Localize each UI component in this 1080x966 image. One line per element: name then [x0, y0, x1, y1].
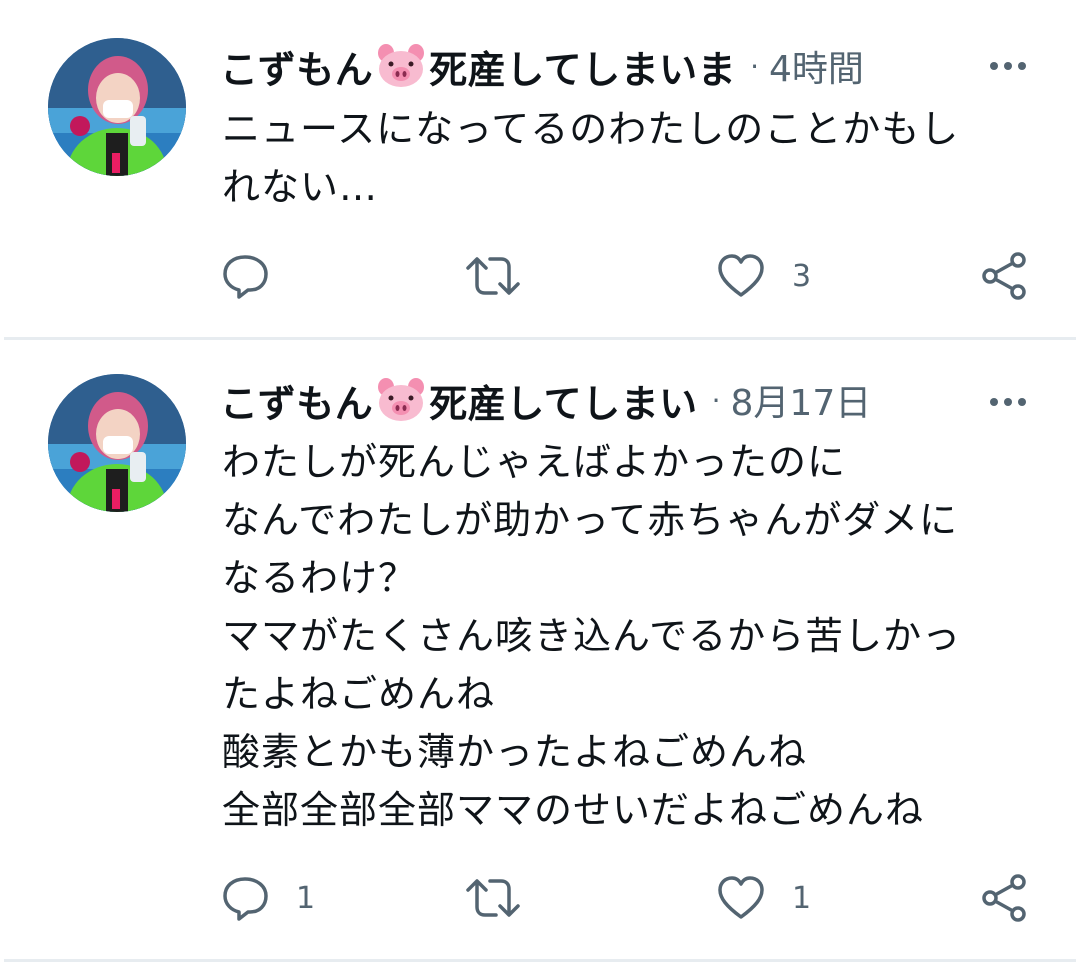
timestamp[interactable]: 4時間 [769, 40, 864, 92]
share-button[interactable] [980, 868, 1030, 928]
tweet-text: ニュースになってるのわたしのことかもし れない… [222, 107, 960, 209]
heart-icon [718, 876, 764, 919]
heart-icon [718, 254, 764, 297]
separator: · [711, 383, 721, 417]
more-dots-icon[interactable] [986, 380, 1030, 424]
like-count: 1 [792, 880, 812, 916]
reply-count: 1 [296, 880, 316, 916]
display-name-prefix: こずもん [220, 381, 374, 426]
tweet-divider [4, 337, 1076, 340]
action-bar: 3 [220, 246, 1040, 306]
timestamp[interactable]: 8月17日 [731, 374, 872, 426]
share-icon [982, 252, 1026, 300]
tweet[interactable]: こずもん 死産してしまい · 8月17日 わたしが死んじゃえばよかったのに なん… [0, 342, 1080, 962]
like-button[interactable]: 1 [716, 868, 811, 928]
share-icon [982, 874, 1026, 922]
display-name-suffix: 死産してしまい [429, 381, 698, 426]
avatar-photo [48, 374, 186, 512]
reply-button[interactable]: 1 [220, 868, 315, 928]
reply-button[interactable] [220, 246, 296, 306]
tweet[interactable]: こずもん 死産してしまいま · 4時間 ニュースになってるのわたしのことかもし … [0, 0, 1080, 338]
pig-face-icon [378, 44, 425, 87]
tweet-text: わたしが死んじゃえばよかったのに なんでわたしが助かって赤ちゃんがダメに なるわ… [222, 440, 962, 832]
avatar[interactable] [48, 38, 186, 176]
retweet-button[interactable] [466, 868, 546, 928]
pig-face-icon [378, 378, 425, 421]
retweet-button[interactable] [466, 246, 546, 306]
action-bar: 1 1 [220, 868, 1040, 928]
display-name[interactable]: こずもん 死産してしまいま [220, 39, 736, 94]
avatar-photo [48, 38, 186, 176]
like-button[interactable]: 3 [716, 246, 811, 306]
tweet-divider [4, 959, 1076, 962]
reply-icon [223, 255, 268, 299]
tweet-header: こずもん 死産してしまいま · 4時間 [220, 36, 1040, 96]
share-button[interactable] [980, 246, 1030, 306]
reply-icon [223, 877, 268, 921]
avatar[interactable] [48, 374, 186, 512]
more-dots-icon[interactable] [986, 44, 1030, 88]
display-name-suffix: 死産してしまいま [429, 47, 737, 92]
retweet-icon [466, 257, 520, 295]
display-name-prefix: こずもん [220, 47, 374, 92]
display-name[interactable]: こずもん 死産してしまい [220, 373, 698, 428]
separator: · [750, 49, 760, 83]
like-count: 3 [792, 258, 812, 294]
tweet-header: こずもん 死産してしまい · 8月17日 [220, 370, 1040, 430]
retweet-icon [466, 879, 520, 917]
